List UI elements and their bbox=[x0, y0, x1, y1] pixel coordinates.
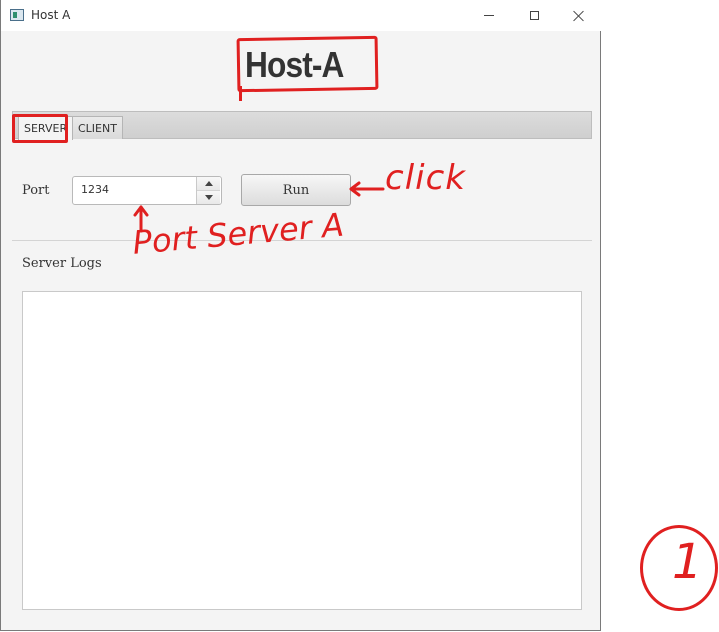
tab-bar: SERVER CLIENT bbox=[12, 111, 592, 140]
port-label: Port bbox=[22, 183, 50, 198]
annotation-click-note: click bbox=[385, 158, 466, 198]
annotation-tab-box bbox=[12, 114, 68, 143]
spinner-buttons bbox=[196, 177, 221, 204]
port-spinner[interactable]: 1234 bbox=[72, 176, 222, 205]
minimize-button[interactable] bbox=[466, 0, 512, 31]
run-button[interactable]: Run bbox=[241, 174, 351, 206]
annotation-title-box bbox=[236, 35, 379, 93]
increment-button[interactable] bbox=[197, 177, 220, 191]
annotation-step-number: 1 bbox=[672, 534, 703, 590]
title-bar[interactable]: Host A bbox=[1, 0, 601, 31]
app-window-icon bbox=[10, 9, 24, 21]
window-title: Host A bbox=[31, 8, 71, 22]
close-icon bbox=[573, 10, 585, 22]
app-window: Host A Host-A SERVER CLIENT Port 1234 Ru… bbox=[0, 0, 601, 631]
decrement-button[interactable] bbox=[197, 191, 220, 204]
close-button[interactable] bbox=[556, 0, 602, 31]
minimize-icon bbox=[484, 15, 494, 16]
maximize-button[interactable] bbox=[511, 0, 557, 31]
annotation-title-stroke bbox=[239, 86, 242, 101]
maximize-icon bbox=[529, 11, 539, 20]
server-logs-label: Server Logs bbox=[22, 256, 102, 271]
chevron-up-icon bbox=[204, 181, 213, 186]
chevron-down-icon bbox=[204, 195, 213, 200]
server-logs-textarea[interactable] bbox=[22, 291, 582, 610]
port-input[interactable]: 1234 bbox=[81, 183, 109, 196]
tab-client[interactable]: CLIENT bbox=[72, 116, 123, 139]
annotation-arrow-left-icon bbox=[349, 181, 385, 197]
